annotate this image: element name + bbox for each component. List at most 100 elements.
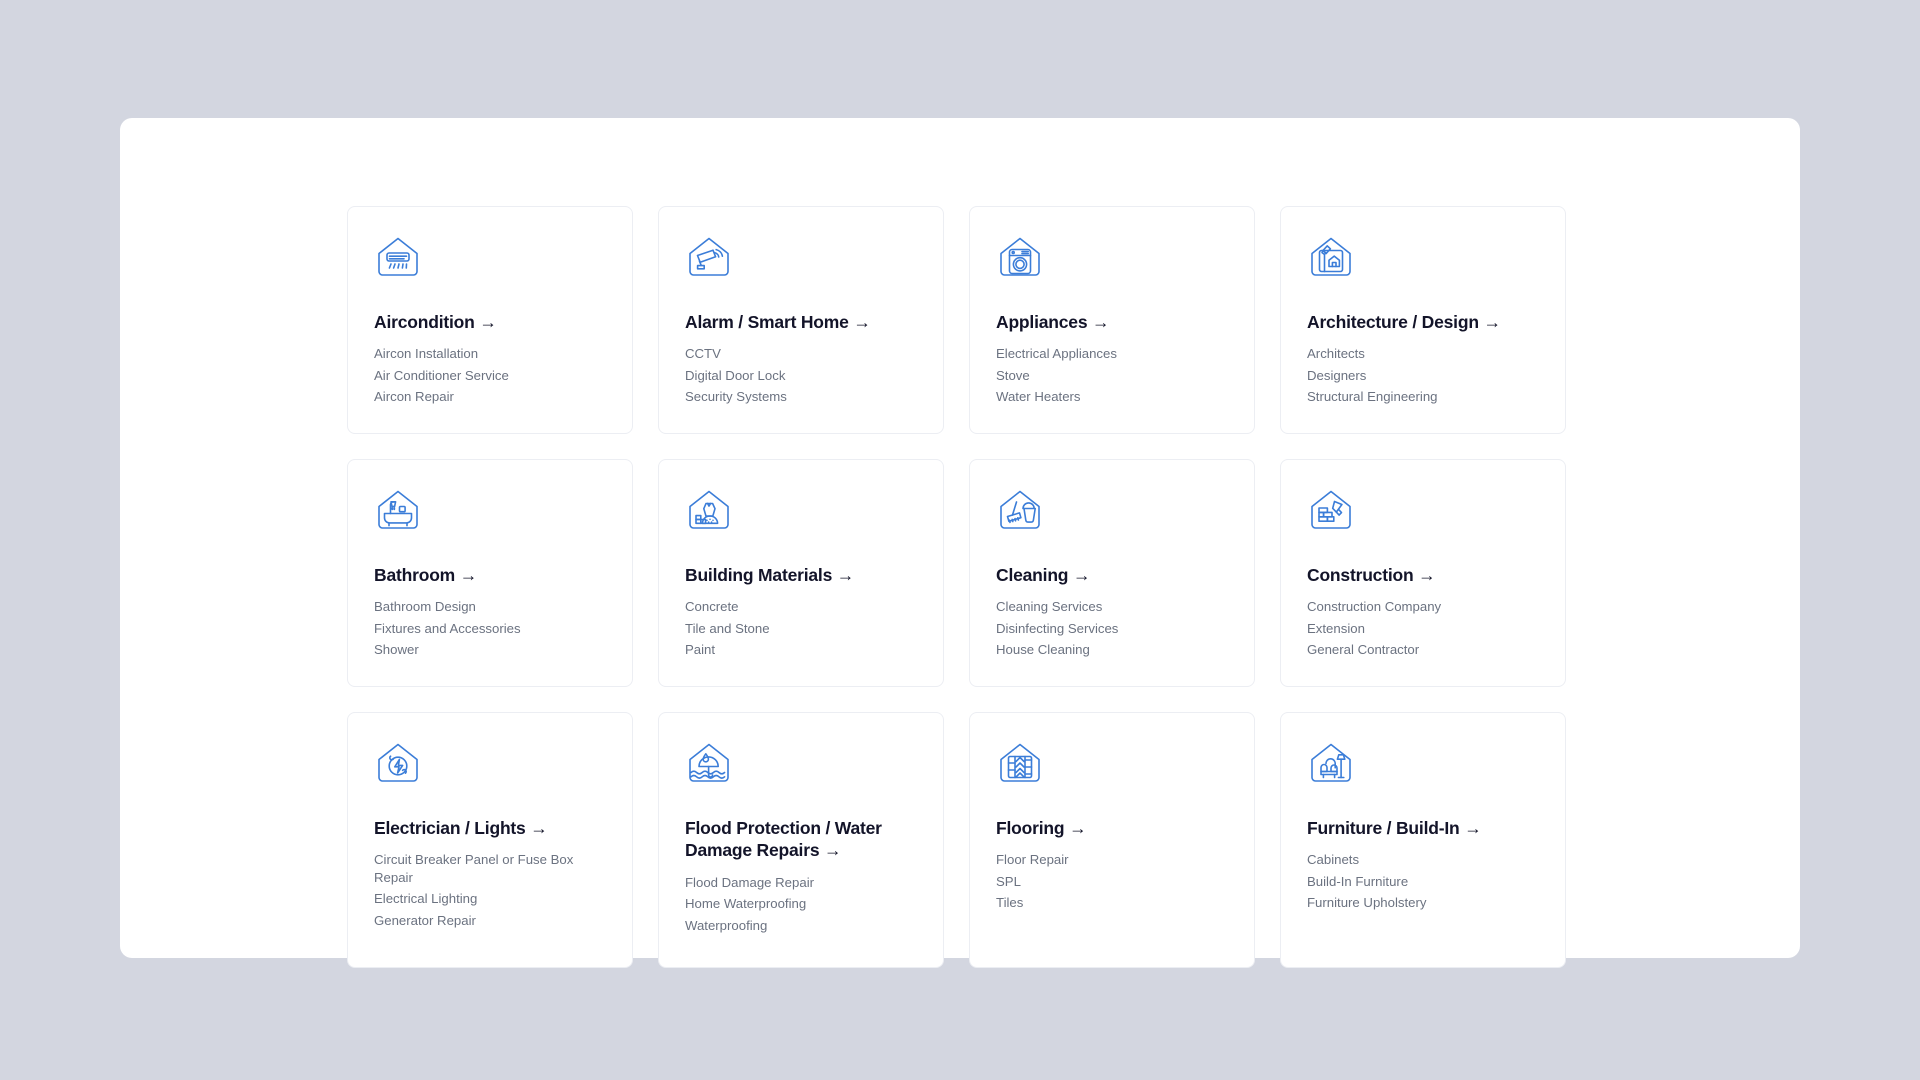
- category-title-text: Appliances: [996, 312, 1087, 332]
- category-title-text: Cleaning: [996, 565, 1068, 585]
- arrow-right-icon: →: [1069, 818, 1086, 838]
- bathtub-shower-house-icon: [374, 486, 422, 534]
- subcategory-list: Floor Repair SPL Tiles: [996, 851, 1228, 916]
- subcategory-list: Circuit Breaker Panel or Fuse Box Repair…: [374, 851, 606, 933]
- subcategory-link[interactable]: Electrical Lighting: [374, 890, 606, 908]
- armchair-lamp-house-icon: [1307, 739, 1355, 787]
- subcategory-link[interactable]: Build-In Furniture: [1307, 873, 1539, 891]
- subcategory-link[interactable]: Construction Company: [1307, 598, 1539, 616]
- arrow-right-icon: →: [460, 565, 477, 585]
- category-title[interactable]: Aircondition →: [374, 311, 606, 333]
- brick-wall-trowel-house-icon: [1307, 486, 1355, 534]
- subcategory-link[interactable]: Bathroom Design: [374, 598, 606, 616]
- category-title[interactable]: Alarm / Smart Home →: [685, 311, 917, 333]
- subcategory-link[interactable]: Floor Repair: [996, 851, 1228, 869]
- subcategory-link[interactable]: Air Conditioner Service: [374, 367, 606, 385]
- lightning-bolt-house-icon: [374, 739, 422, 787]
- subcategory-link[interactable]: Fixtures and Accessories: [374, 620, 606, 638]
- floor-planks-house-icon: [996, 739, 1044, 787]
- subcategory-link[interactable]: Water Heaters: [996, 388, 1228, 406]
- subcategory-link[interactable]: CCTV: [685, 345, 917, 363]
- category-card[interactable]: Aircondition → Aircon Installation Air Con…: [347, 206, 633, 434]
- subcategory-link[interactable]: Aircon Installation: [374, 345, 606, 363]
- subcategory-link[interactable]: Concrete: [685, 598, 917, 616]
- category-card[interactable]: Cleaning → Cleaning Services Disinfecting …: [969, 459, 1255, 687]
- category-title[interactable]: Architecture / Design →: [1307, 311, 1539, 333]
- subcategory-link[interactable]: Waterproofing: [685, 917, 917, 935]
- aircon-house-icon: [374, 233, 422, 281]
- category-title-text: Bathroom: [374, 565, 455, 585]
- cctv-camera-house-icon: [685, 233, 733, 281]
- subcategory-link[interactable]: Home Waterproofing: [685, 895, 917, 913]
- subcategory-list: Concrete Tile and Stone Paint: [685, 598, 917, 663]
- category-card[interactable]: Electrician / Lights → Circuit Breaker Pa…: [347, 712, 633, 968]
- subcategory-link[interactable]: Stove: [996, 367, 1228, 385]
- subcategory-link[interactable]: Tiles: [996, 894, 1228, 912]
- category-card[interactable]: Furniture / Build-In → Cabinets Build-In F…: [1280, 712, 1566, 968]
- arrow-right-icon: →: [1464, 818, 1481, 838]
- category-card[interactable]: Appliances → Electrical Appliances Stove Wa…: [969, 206, 1255, 434]
- subcategory-list: Cabinets Build-In Furniture Furniture Upho…: [1307, 851, 1539, 916]
- category-title[interactable]: Bathroom →: [374, 564, 606, 586]
- category-title-text: Alarm / Smart Home: [685, 312, 849, 332]
- subcategory-link[interactable]: Disinfecting Services: [996, 620, 1228, 638]
- category-title[interactable]: Electrician / Lights →: [374, 817, 606, 839]
- subcategory-link[interactable]: Structural Engineering: [1307, 388, 1539, 406]
- arrow-right-icon: →: [837, 565, 854, 585]
- subcategory-list: Flood Damage Repair Home Waterproofing Wat…: [685, 874, 917, 939]
- category-title-text: Flooring: [996, 818, 1064, 838]
- subcategory-link[interactable]: Tile and Stone: [685, 620, 917, 638]
- subcategory-list: CCTV Digital Door Lock Security Systems: [685, 345, 917, 410]
- subcategory-link[interactable]: Generator Repair: [374, 912, 606, 930]
- category-title[interactable]: Furniture / Build-In →: [1307, 817, 1539, 839]
- subcategory-link[interactable]: Shower: [374, 641, 606, 659]
- subcategory-link[interactable]: Cleaning Services: [996, 598, 1228, 616]
- subcategory-link[interactable]: House Cleaning: [996, 641, 1228, 659]
- arrow-right-icon: →: [824, 840, 841, 860]
- subcategory-link[interactable]: Security Systems: [685, 388, 917, 406]
- subcategory-link[interactable]: Furniture Upholstery: [1307, 894, 1539, 912]
- subcategory-link[interactable]: Flood Damage Repair: [685, 874, 917, 892]
- subcategory-link[interactable]: Electrical Appliances: [996, 345, 1228, 363]
- category-card[interactable]: Flooring → Floor Repair SPL Tiles: [969, 712, 1255, 968]
- subcategory-link[interactable]: Designers: [1307, 367, 1539, 385]
- category-title[interactable]: Building Materials →: [685, 564, 917, 586]
- category-title-text: Furniture / Build-In: [1307, 818, 1460, 838]
- subcategory-link[interactable]: SPL: [996, 873, 1228, 891]
- category-card[interactable]: Building Materials → Concrete Tile and Sto…: [658, 459, 944, 687]
- arrow-right-icon: →: [1418, 565, 1435, 585]
- category-title[interactable]: Construction →: [1307, 564, 1539, 586]
- subcategory-list: Construction Company Extension General Con…: [1307, 598, 1539, 663]
- subcategory-list: Architects Designers Structural Engineerin…: [1307, 345, 1539, 410]
- category-title[interactable]: Appliances →: [996, 311, 1228, 333]
- category-card[interactable]: Bathroom → Bathroom Design Fixtures and Ac…: [347, 459, 633, 687]
- category-title[interactable]: Flood Protection / Water Damage Repairs …: [685, 817, 917, 862]
- subcategory-link[interactable]: Aircon Repair: [374, 388, 606, 406]
- arrow-right-icon: →: [1073, 565, 1090, 585]
- category-title-text: Aircondition: [374, 312, 475, 332]
- subcategory-list: Electrical Appliances Stove Water Heaters: [996, 345, 1228, 410]
- subcategory-list: Bathroom Design Fixtures and Accessories S…: [374, 598, 606, 663]
- subcategory-link[interactable]: Cabinets: [1307, 851, 1539, 869]
- subcategory-link[interactable]: Digital Door Lock: [685, 367, 917, 385]
- category-title-text: Electrician / Lights: [374, 818, 526, 838]
- subcategory-link[interactable]: General Contractor: [1307, 641, 1539, 659]
- subcategory-link[interactable]: Extension: [1307, 620, 1539, 638]
- subcategory-list: Cleaning Services Disinfecting Services Ho…: [996, 598, 1228, 663]
- umbrella-waterdrop-house-icon: [685, 739, 733, 787]
- subcategory-list: Aircon Installation Air Conditioner Servi…: [374, 345, 606, 410]
- category-title-text: Construction: [1307, 565, 1413, 585]
- category-card[interactable]: Alarm / Smart Home → CCTV Digital Door Loc…: [658, 206, 944, 434]
- category-card[interactable]: Flood Protection / Water Damage Repairs …: [658, 712, 944, 968]
- subcategory-link[interactable]: Circuit Breaker Panel or Fuse Box Repair: [374, 851, 606, 886]
- arrow-right-icon: →: [853, 312, 870, 332]
- category-card[interactable]: Construction → Construction Company Extens…: [1280, 459, 1566, 687]
- subcategory-link[interactable]: Paint: [685, 641, 917, 659]
- category-title[interactable]: Flooring →: [996, 817, 1228, 839]
- washing-machine-house-icon: [996, 233, 1044, 281]
- subcategory-link[interactable]: Architects: [1307, 345, 1539, 363]
- arrow-right-icon: →: [1092, 312, 1109, 332]
- category-title[interactable]: Cleaning →: [996, 564, 1228, 586]
- category-card[interactable]: Architecture / Design → Architects Designe…: [1280, 206, 1566, 434]
- content-panel: Aircondition → Aircon Installation Air Con…: [120, 118, 1800, 958]
